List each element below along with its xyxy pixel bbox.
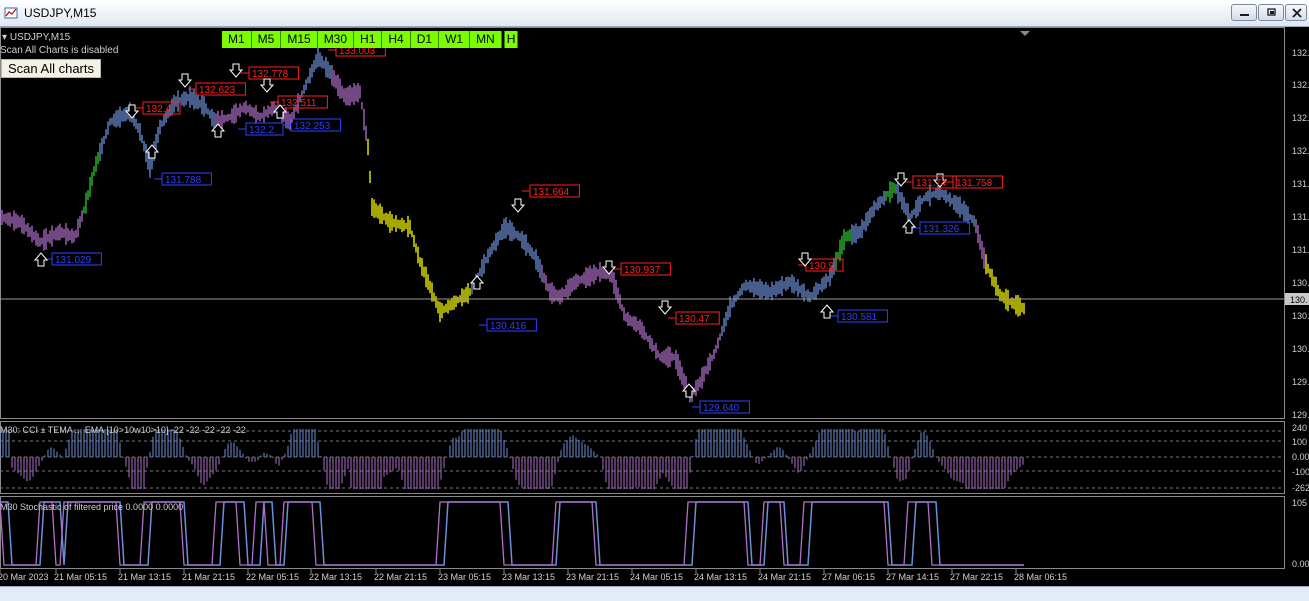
price-axis-label: 132. (1292, 146, 1309, 156)
arrow-down-icon (510, 198, 526, 213)
cci-axis-label: 100 (1292, 437, 1307, 447)
sr-label-text: 130.9 (809, 261, 834, 272)
tf-button-d1[interactable]: D1 (410, 31, 440, 48)
tf-button-m1[interactable]: M1 (222, 31, 252, 48)
arrow-up-icon (469, 275, 485, 290)
cci-axis-label: -262 (1292, 483, 1309, 493)
time-axis-label: 27 Mar 22:15 (950, 572, 1003, 582)
sr-label-text: 131.74 (916, 178, 947, 189)
price-axis-label: 129. (1292, 377, 1309, 387)
time-axis-label: 20 Mar 2023 (0, 572, 49, 582)
arrow-down-icon (259, 78, 275, 93)
sr-label-text: 130.937 (624, 265, 661, 276)
window-titlebar: USDJPY,M15 (0, 0, 1309, 27)
symbol-label: ▾ USDJPY,M15 (2, 32, 71, 43)
sr-label-text: 130.416 (490, 321, 527, 332)
chart-window-icon (4, 7, 18, 19)
time-axis-label: 28 Mar 06:15 (1014, 572, 1067, 582)
arrow-up-icon (681, 383, 697, 398)
price-axis-label: 130. (1292, 278, 1309, 288)
current-price-tag-text: 130. (1290, 295, 1308, 305)
stochastic-indicator-label: M30 Stochastic of filtered price 0.0000 … (0, 502, 184, 512)
price-axis-label: 132. (1292, 113, 1309, 123)
restore-icon (1267, 8, 1276, 16)
arrow-down-icon (893, 172, 909, 187)
price-axis-label: 131. (1292, 179, 1309, 189)
sr-label-text: 132.2 (249, 125, 274, 136)
tf-button-m30[interactable]: M30 (317, 31, 355, 48)
minimize-button[interactable] (1231, 4, 1257, 21)
tf-button-h4[interactable]: H4 (382, 31, 411, 48)
price-axis-label: 130. (1292, 344, 1309, 354)
time-axis-label: 24 Mar 05:15 (630, 572, 683, 582)
sr-label-text: 132.511 (281, 98, 317, 109)
price-axis-label: 132. (1292, 80, 1309, 90)
minimize-icon (1240, 14, 1249, 16)
tf-button-m15[interactable]: M15 (281, 31, 318, 48)
sr-label-text: 131.758 (956, 178, 993, 189)
arrow-down-icon (177, 73, 193, 88)
sr-label-text: 130.581 (841, 312, 878, 323)
time-axis-label: 21 Mar 05:15 (54, 572, 107, 582)
arrow-down-icon (601, 260, 617, 275)
cci-indicator-label: M30: CCI ± TEMA ... EMA [10>10w10>10] -2… (0, 425, 246, 435)
bottom-scrollbar[interactable] (0, 586, 1309, 601)
cci-axis-label: 0.00 (1292, 452, 1309, 462)
price-axis-label: 130. (1292, 311, 1309, 321)
scan-status-text: Scan All Charts is disabled (0, 45, 119, 56)
sr-label-text: 131.788 (165, 175, 202, 186)
tf-button-m5[interactable]: M5 (251, 31, 282, 48)
price-axis-label: 131. (1292, 212, 1309, 222)
tf-button-h1[interactable]: H1 (354, 31, 383, 48)
sr-label-text: 132.778 (252, 69, 289, 80)
sr-label-text: 129.640 (703, 403, 740, 414)
main-pane-frame (0, 27, 1285, 419)
sr-label-text: 132.253 (294, 121, 331, 132)
time-axis-label: 23 Mar 21:15 (566, 572, 619, 582)
stochastic-pane-frame (0, 496, 1285, 569)
stoch-axis-label: 0.00 (1292, 559, 1309, 569)
price-axis-label: 131. (1292, 245, 1309, 255)
time-axis-label: 24 Mar 21:15 (758, 572, 811, 582)
scan-all-charts-button[interactable]: Scan All charts (1, 59, 101, 78)
shift-marker-icon (1020, 31, 1030, 36)
time-axis-label: 21 Mar 21:15 (182, 572, 235, 582)
sr-label-text: 131.029 (55, 255, 92, 266)
cci-axis-label: 240 (1292, 423, 1307, 433)
sr-label-text: 132.4 (146, 104, 171, 115)
timeframe-bar: M1 M5 M15 M30 H1 H4 D1 W1 MN H (222, 31, 519, 48)
arrow-down-icon (228, 63, 244, 78)
time-axis-label: 27 Mar 06:15 (822, 572, 875, 582)
arrow-down-icon (657, 300, 673, 315)
time-axis-label: 22 Mar 13:15 (309, 572, 362, 582)
close-button[interactable] (1285, 4, 1307, 21)
time-axis-label: 27 Mar 14:15 (886, 572, 939, 582)
time-axis-label: 22 Mar 21:15 (374, 572, 427, 582)
time-axis-label: 23 Mar 13:15 (502, 572, 555, 582)
tf-extra-button[interactable]: H (503, 31, 519, 48)
close-icon (1292, 8, 1302, 18)
arrow-up-icon (901, 219, 917, 234)
tf-button-mn[interactable]: MN (470, 31, 502, 48)
dropdown-arrow-icon: ▾ (2, 32, 10, 43)
sr-label-text: 132.623 (199, 85, 236, 96)
chart-area[interactable]: 132. 132. 132. 132. 131. 131. 131. 130. 130. 130.… (0, 27, 1309, 600)
window-title: USDJPY,M15 (24, 6, 97, 20)
price-axis-label: 132. (1292, 48, 1309, 58)
price-chart-canvas: 132. 132. 132. 132. 131. 131. 131. 130. 130. 130.… (0, 27, 1309, 582)
time-axis-label: 21 Mar 13:15 (118, 572, 171, 582)
restore-button[interactable] (1258, 4, 1284, 21)
time-axis-label: 24 Mar 13:15 (694, 572, 747, 582)
price-axis-label: 129. (1292, 410, 1309, 420)
time-axis-label: 23 Mar 05:15 (438, 572, 491, 582)
stoch-axis-label: 105 (1292, 498, 1307, 508)
sr-label-text: 131.664 (533, 187, 570, 198)
sr-label-text: 130.47 (679, 314, 710, 325)
arrow-up-icon (33, 252, 49, 267)
time-axis-label: 22 Mar 05:15 (246, 572, 299, 582)
tf-button-w1[interactable]: W1 (439, 31, 471, 48)
cci-axis-label: -100 (1292, 467, 1309, 477)
sr-label-text: 131.326 (923, 224, 960, 235)
